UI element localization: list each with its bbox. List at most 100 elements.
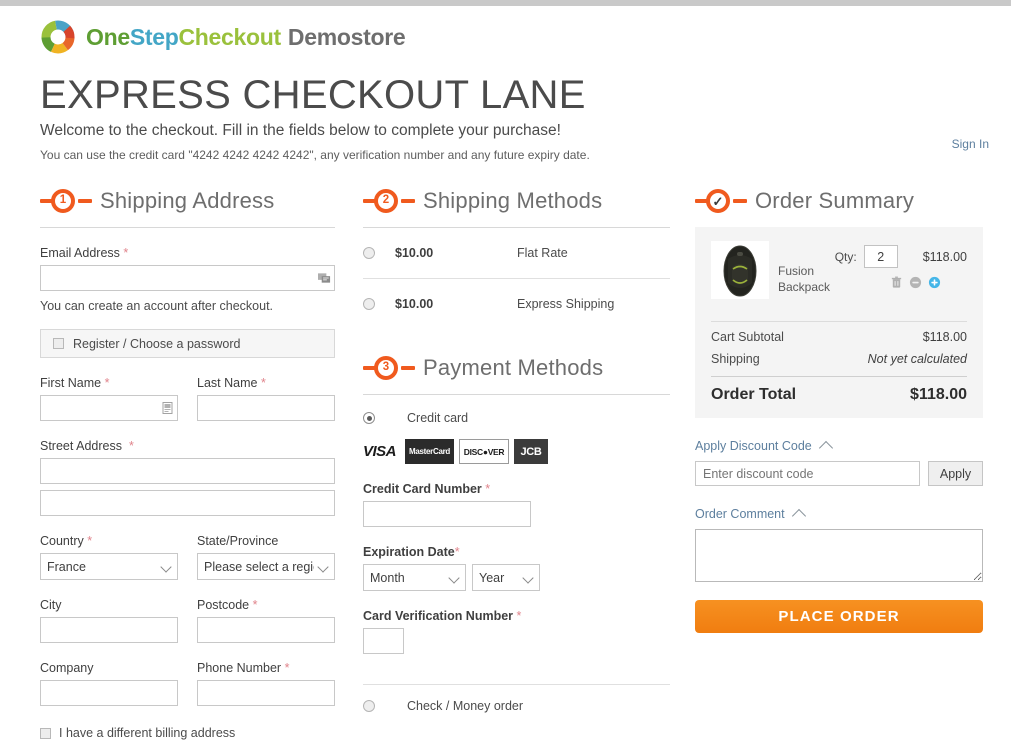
last-name-label-text: Last Name [197, 376, 258, 390]
brand-one: One [86, 23, 130, 50]
email-input[interactable] [40, 265, 335, 291]
shipping-method-row[interactable]: $10.00 Flat Rate [363, 228, 670, 279]
register-checkbox[interactable] [53, 338, 64, 349]
city-input[interactable] [40, 617, 178, 643]
phone-label-text: Phone Number [197, 661, 282, 675]
phone-number-input[interactable] [197, 680, 335, 706]
shipping-methods-section: 2 Shipping Methods $10.00 Flat Rate $10.… [363, 184, 670, 329]
credit-card-radio[interactable] [363, 412, 375, 424]
decrease-qty-icon[interactable] [909, 276, 922, 289]
different-billing-row[interactable]: I have a different billing address [40, 726, 335, 740]
credit-card-number-label: Credit Card Number * [363, 482, 670, 496]
subtotal-label: Cart Subtotal [711, 330, 784, 344]
accepted-cards: VISA MasterCard DISC●VER JCB [363, 439, 670, 464]
shipping-payment-column: 2 Shipping Methods $10.00 Flat Rate $10.… [363, 184, 670, 740]
qty-input[interactable] [863, 245, 898, 268]
shipping-method-radio-flat-rate[interactable] [363, 247, 375, 259]
company-phone-row: Company Phone Number * [40, 643, 335, 706]
order-summary-header: ✓ Order Summary [695, 184, 983, 218]
city-group: City [40, 580, 178, 643]
register-password-row[interactable]: Register / Choose a password [40, 329, 335, 358]
brand-suffix: Demostore [287, 23, 406, 50]
cvv-required-mark: * [516, 609, 522, 623]
total-row-shipping: Shipping Not yet calculated [711, 344, 967, 366]
product-thumbnail[interactable] [711, 241, 769, 299]
company-input[interactable] [40, 680, 178, 706]
place-order-button[interactable]: PLACE ORDER [695, 600, 983, 633]
credit-card-number-input[interactable] [363, 501, 531, 527]
apply-discount-button[interactable]: Apply [928, 461, 983, 486]
fusion-backpack-thumbnail-icon [723, 245, 757, 297]
postcode-input[interactable] [197, 617, 335, 643]
street-required-mark: * [128, 439, 134, 453]
shipping-methods-title: Shipping Methods [423, 188, 603, 213]
expiration-year-select[interactable]: Year [472, 564, 540, 591]
shipping-address-header: 1 Shipping Address [40, 184, 335, 218]
shipping-method-row[interactable]: $10.00 Express Shipping [363, 279, 670, 329]
cvv-input[interactable] [363, 628, 404, 654]
shipping-address-title: Shipping Address [100, 188, 275, 213]
checkout-page: OneStepCheckout Demostore EXPRESS CHECKOU… [0, 6, 1011, 740]
first-name-input[interactable] [40, 395, 178, 421]
credit-card-option-row[interactable]: Credit card [363, 411, 670, 425]
last-name-input[interactable] [197, 395, 335, 421]
checkmark-icon: ✓ [706, 189, 730, 213]
site-logo[interactable]: OneStepCheckout Demostore [40, 6, 1011, 60]
order-item-row: Fusion Backpack Qty: $118.00 [711, 241, 967, 299]
postcode-label-text: Postcode [197, 598, 250, 612]
street-address-label: Street Address * [40, 439, 335, 453]
order-total-row: Order Total $118.00 [711, 377, 967, 408]
last-name-group: Last Name * [197, 358, 335, 421]
year-select-wrapper: Year [472, 564, 540, 591]
remove-item-icon[interactable] [890, 276, 903, 289]
shipping-total-value: Not yet calculated [867, 352, 967, 366]
check-money-order-radio[interactable] [363, 700, 375, 712]
credit-card-label: Credit card [407, 411, 469, 425]
order-total-label: Order Total [711, 386, 797, 403]
autofill-card-icon[interactable] [161, 402, 174, 414]
onestepcheckout-ring-logo-icon [41, 20, 75, 54]
street-address-line2-input[interactable] [40, 490, 335, 516]
autofill-contact-icon[interactable] [318, 272, 331, 284]
product-actions [835, 276, 967, 289]
country-label: Country * [40, 534, 178, 548]
street-address-line1-input[interactable] [40, 458, 335, 484]
email-label-text: Email Address [40, 246, 120, 260]
exp-required-mark: * [454, 545, 460, 559]
check-money-order-row[interactable]: Check / Money order [363, 699, 670, 713]
product-name: Fusion Backpack [778, 263, 831, 294]
state-province-select[interactable]: Please select a region, state or provinc… [197, 553, 335, 580]
brand-step: Step [129, 23, 179, 50]
step-badge-check: ✓ [695, 186, 747, 216]
city-postcode-row: City Postcode * [40, 580, 335, 643]
last-name-required-mark: * [260, 376, 266, 390]
apply-discount-code-toggle[interactable]: Apply Discount Code [695, 439, 983, 455]
phone-number-label: Phone Number * [197, 661, 335, 675]
payment-methods-section: 3 Payment Methods Credit card VISA Maste… [363, 351, 670, 713]
order-comment-toggle[interactable]: Order Comment [695, 507, 983, 523]
country-select[interactable]: France [40, 553, 178, 580]
order-total-value: $118.00 [910, 386, 967, 403]
expiration-date-label: Expiration Date* [363, 545, 670, 559]
step-badge-1: 1 [40, 186, 92, 216]
state-group: State/Province Please select a region, s… [197, 516, 335, 580]
sign-in-link[interactable]: Sign In [952, 137, 989, 151]
chevron-up-icon [818, 440, 833, 455]
order-summary-section: ✓ Order Summary Fusion Backpack Qty: 2 $… [695, 184, 983, 740]
qty-label: Qty: [834, 249, 857, 264]
email-address-label: Email Address * [40, 246, 335, 260]
order-comment-textarea[interactable] [695, 529, 983, 582]
different-billing-checkbox[interactable] [40, 727, 51, 739]
step-badge-2: 2 [363, 186, 415, 216]
name-row: First Name * Last Name * [40, 358, 335, 421]
first-name-label-text: First Name [40, 376, 102, 390]
exp-label-text: Expiration Date [363, 545, 455, 559]
increase-qty-icon[interactable] [928, 276, 941, 289]
expiration-month-select[interactable]: Month [363, 564, 466, 591]
total-row-subtotal: Cart Subtotal $118.00 [711, 322, 967, 344]
discount-code-input[interactable] [695, 461, 920, 486]
product-right-col: Qty: $118.00 [835, 241, 967, 299]
brand-wordmark: OneStepCheckout Demostore [86, 23, 406, 51]
shipping-method-radio-express[interactable] [363, 298, 375, 310]
order-comment-label: Order Comment [695, 507, 785, 521]
